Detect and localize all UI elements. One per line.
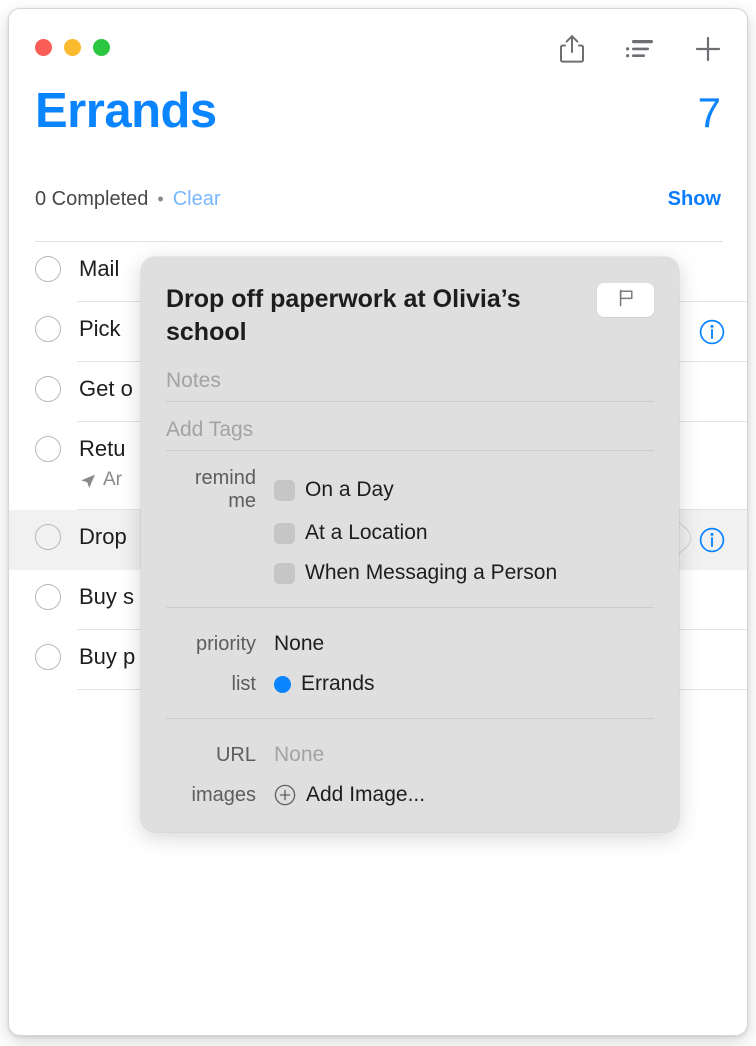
remind-me-option-at-a-location[interactable]: At a Location xyxy=(274,521,654,545)
info-button[interactable] xyxy=(699,527,725,553)
remind-me-option-when-messaging[interactable]: When Messaging a Person xyxy=(274,561,654,585)
checkbox-circle[interactable] xyxy=(35,524,61,550)
on-a-day-label: On a Day xyxy=(305,478,394,501)
list-title-row: Errands 7 xyxy=(35,87,721,163)
remind-me-row-on-a-day: remind me On a Day xyxy=(166,467,654,513)
reminder-location-text: Ar xyxy=(103,469,122,490)
url-row: URL None xyxy=(166,735,654,775)
notes-divider xyxy=(166,401,654,402)
remind-me-option-on-a-day[interactable]: On a Day xyxy=(274,478,654,502)
when-messaging-label: When Messaging a Person xyxy=(305,561,558,584)
reminders-window: Errands 7 0 Completed • Clear Show Mail xyxy=(8,8,748,1036)
list-value[interactable]: Errands xyxy=(274,672,654,696)
url-label: URL xyxy=(215,743,256,766)
checkbox-circle[interactable] xyxy=(35,316,61,342)
flag-button[interactable] xyxy=(597,283,654,317)
completed-count-label: 0 Completed xyxy=(35,187,149,210)
popover-title[interactable]: Drop off paperwork at Olivia’s school xyxy=(166,283,566,349)
show-button[interactable]: Show xyxy=(668,188,721,211)
at-a-location-label: At a Location xyxy=(305,521,428,544)
checkbox-circle[interactable] xyxy=(35,376,61,402)
completed-info: 0 Completed • Clear xyxy=(35,188,221,211)
tags-field[interactable]: Add Tags xyxy=(166,410,654,450)
close-button[interactable] xyxy=(35,39,52,56)
add-image-button[interactable]: Add Image... xyxy=(274,783,654,807)
url-images-section: URL None images Add Image... xyxy=(166,719,654,815)
share-button[interactable] xyxy=(557,33,587,65)
flag-icon xyxy=(616,288,636,313)
checkbox-circle[interactable] xyxy=(35,436,61,462)
priority-row: priority None xyxy=(166,624,654,664)
popover-content: Drop off paperwork at Olivia’s school No… xyxy=(141,257,679,832)
notes-field[interactable]: Notes xyxy=(166,361,654,401)
traffic-lights xyxy=(35,39,110,56)
checkbox-circle[interactable] xyxy=(35,584,61,610)
add-image-label: Add Image... xyxy=(306,783,426,806)
checkbox-circle[interactable] xyxy=(35,644,61,670)
popover-header: Drop off paperwork at Olivia’s school xyxy=(166,283,654,349)
checkbox-circle[interactable] xyxy=(35,256,61,282)
screenshot-root: Errands 7 0 Completed • Clear Show Mail xyxy=(0,0,756,1046)
checkbox-on-a-day[interactable] xyxy=(274,479,295,501)
reminder-detail-popover: Drop off paperwork at Olivia’s school No… xyxy=(141,257,679,832)
bullet-separator: • xyxy=(157,189,164,209)
completed-row: 0 Completed • Clear Show xyxy=(35,175,721,223)
list-header: Errands 7 0 Completed • Clear Show xyxy=(9,87,747,223)
priority-value[interactable]: None xyxy=(274,632,654,656)
images-label: images xyxy=(191,783,256,806)
list-view-icon xyxy=(625,36,655,62)
priority-label: priority xyxy=(195,632,256,655)
list-row: list Errands xyxy=(166,664,654,704)
list-name: Errands xyxy=(301,672,375,695)
window-toolbar xyxy=(557,33,723,65)
maximize-button[interactable] xyxy=(93,39,110,56)
remind-me-label: remind me xyxy=(194,467,256,512)
view-options-button[interactable] xyxy=(625,33,655,65)
plus-circle-icon xyxy=(274,784,296,806)
url-value[interactable]: None xyxy=(274,743,654,767)
images-row: images Add Image... xyxy=(166,775,654,815)
info-button[interactable] xyxy=(699,319,725,345)
list-color-dot-icon xyxy=(274,675,291,693)
page-title: Errands xyxy=(35,84,217,138)
location-arrow-icon xyxy=(79,471,97,489)
remind-me-row-when-messaging: When Messaging a Person xyxy=(166,553,654,593)
checkbox-at-a-location[interactable] xyxy=(274,522,295,544)
window-titlebar xyxy=(9,9,747,87)
list-label: list xyxy=(231,672,256,695)
checkbox-when-messaging[interactable] xyxy=(274,562,295,584)
minimize-button[interactable] xyxy=(64,39,81,56)
remind-me-row-at-a-location: At a Location xyxy=(166,513,654,553)
add-reminder-button[interactable] xyxy=(693,33,723,65)
clear-button[interactable]: Clear xyxy=(173,188,221,211)
reminder-count: 7 xyxy=(697,89,721,136)
add-icon xyxy=(693,34,723,64)
share-icon xyxy=(559,34,585,64)
remind-me-section: remind me On a Day At a Location When Me… xyxy=(166,451,654,593)
priority-list-section: priority None list Errands xyxy=(166,608,654,704)
